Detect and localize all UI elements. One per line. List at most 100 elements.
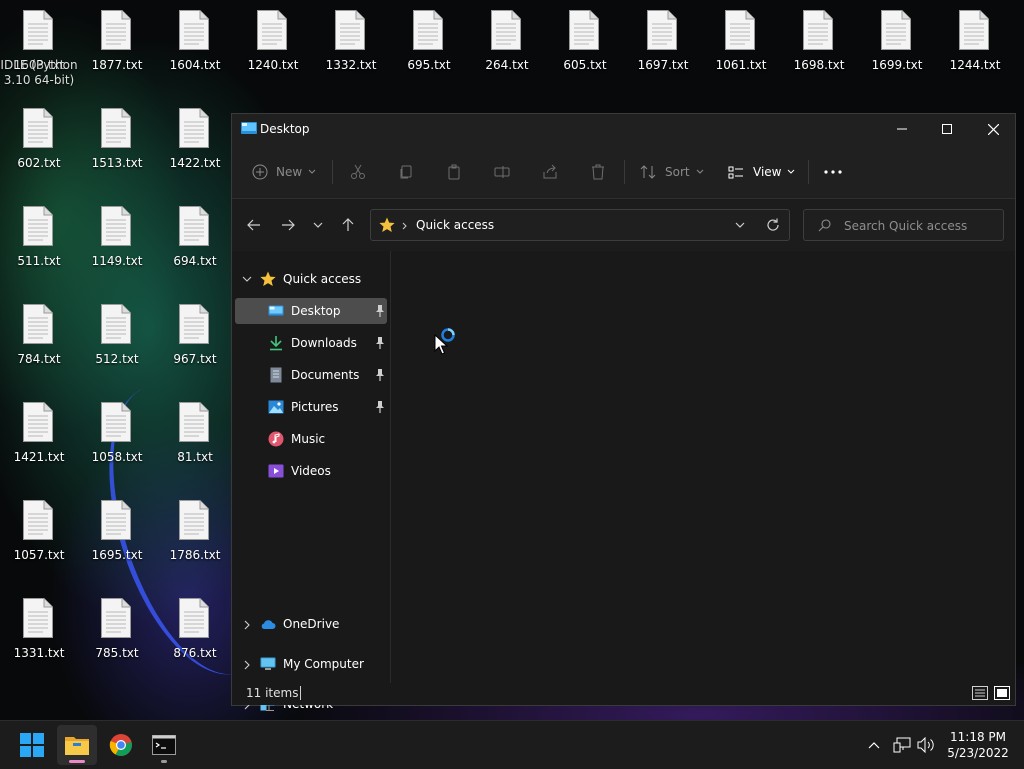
desktop-file-item[interactable]: 967.txt: [156, 295, 234, 393]
text-file-icon: [803, 10, 833, 50]
text-file-icon: [569, 10, 599, 50]
desktop-file-item[interactable]: 1422.txt: [156, 99, 234, 197]
file-list-area[interactable]: [391, 251, 1015, 683]
desktop-file-item[interactable]: 1695.txt: [78, 491, 156, 589]
desktop-file-item[interactable]: 1698.txt: [780, 1, 858, 99]
chrome-taskbar-button[interactable]: [101, 725, 141, 765]
desktop-file-item[interactable]: 876.txt: [156, 589, 234, 687]
star-icon: [379, 217, 395, 232]
up-button[interactable]: [336, 213, 360, 237]
desktop-file-item[interactable]: 1604.txt: [156, 1, 234, 99]
rename-button[interactable]: [494, 158, 510, 186]
minimize-button[interactable]: [879, 114, 925, 144]
file-explorer-window[interactable]: Desktop New Sort View Quick access Searc…: [231, 113, 1016, 711]
volume-button[interactable]: [914, 721, 938, 769]
desktop-file-item[interactable]: 1240.txt: [234, 1, 312, 99]
desktop-file-label: 694.txt: [173, 254, 217, 268]
desktop-file-item[interactable]: 1699.txt: [858, 1, 936, 99]
chevron-down-icon[interactable]: [735, 222, 745, 228]
refresh-icon[interactable]: [766, 218, 780, 232]
desktop-file-item[interactable]: 512.txt: [78, 295, 156, 393]
desktop-file-item[interactable]: 1057.txt: [0, 491, 78, 589]
terminal-taskbar-button[interactable]: [144, 725, 184, 765]
nav-item-music[interactable]: Music: [235, 426, 387, 452]
pin-icon[interactable]: [374, 400, 386, 414]
forward-button[interactable]: [276, 213, 300, 237]
desktop-file-item[interactable]: 81.txt: [156, 393, 234, 491]
desktop-file-item[interactable]: 1332.txt: [312, 1, 390, 99]
desktop-file-item[interactable]: 695.txt: [390, 1, 468, 99]
text-file-icon: [101, 598, 131, 638]
view-button[interactable]: View: [728, 158, 795, 186]
desktop-file-item[interactable]: 784.txt: [0, 295, 78, 393]
tiles-view-icon[interactable]: [994, 686, 1010, 700]
delete-button[interactable]: [590, 158, 606, 186]
text-file-icon: [179, 10, 209, 50]
text-file-icon: [179, 598, 209, 638]
pin-icon[interactable]: [374, 336, 386, 350]
start-button[interactable]: [12, 725, 52, 765]
search-box[interactable]: [803, 209, 1004, 241]
nav-item-downloads[interactable]: Downloads: [235, 330, 387, 356]
desktop-file-item[interactable]: 1331.txt: [0, 589, 78, 687]
address-bar[interactable]: Quick access: [370, 209, 790, 241]
show-hidden-icons-button[interactable]: [862, 721, 886, 769]
desktop-file-item[interactable]: 1244.txt: [936, 1, 1014, 99]
desktop-file-item[interactable]: 605.txt: [546, 1, 624, 99]
desktop-file-item[interactable]: 1877.txt: [78, 1, 156, 99]
paste-button[interactable]: [446, 158, 462, 186]
documents-icon: [270, 367, 282, 383]
text-file-icon: [23, 206, 53, 246]
nav-item-documents[interactable]: Documents: [235, 362, 387, 388]
back-button[interactable]: [242, 213, 266, 237]
system-clock[interactable]: 11:18 PM 5/23/2022: [943, 729, 1013, 761]
desktop-file-item[interactable]: 1149.txt: [78, 197, 156, 295]
pin-icon[interactable]: [374, 304, 386, 318]
close-button[interactable]: [970, 114, 1016, 144]
desktop-file-item[interactable]: 694.txt: [156, 197, 234, 295]
nav-item-pictures[interactable]: Pictures: [235, 394, 387, 420]
desktop-file-label: 1057.txt: [13, 548, 65, 562]
search-input[interactable]: [842, 217, 996, 235]
network-status-button[interactable]: [890, 721, 914, 769]
mouse-cursor-busy-icon: [434, 328, 455, 355]
nav-item-quick-access[interactable]: Quick access: [235, 266, 387, 292]
maximize-button[interactable]: [924, 114, 970, 144]
desktop-file-item[interactable]: 511.txt: [0, 197, 78, 295]
nav-item-desktop[interactable]: Desktop: [235, 298, 387, 324]
desktop-file-item[interactable]: 264.txt: [468, 1, 546, 99]
nav-label: Pictures: [291, 400, 339, 414]
text-file-icon: [179, 206, 209, 246]
share-button[interactable]: [542, 158, 558, 186]
desktop-file-item[interactable]: 1421.txt: [0, 393, 78, 491]
breadcrumb-location[interactable]: Quick access: [416, 218, 494, 232]
pin-icon[interactable]: [374, 368, 386, 382]
rename-icon: [494, 166, 510, 178]
nav-item-onedrive[interactable]: OneDrive: [235, 611, 387, 637]
more-options-button[interactable]: [824, 158, 842, 186]
desktop-file-item[interactable]: 785.txt: [78, 589, 156, 687]
desktop-file-item[interactable]: 1061.txt: [702, 1, 780, 99]
desktop-file-item[interactable]: 1786.txt: [156, 491, 234, 589]
new-button[interactable]: New: [252, 158, 316, 186]
details-view-icon[interactable]: [972, 686, 988, 700]
desktop-file-item[interactable]: 1697.txt: [624, 1, 702, 99]
text-file-icon: [881, 10, 911, 50]
desktop-file-item[interactable]: 1513.txt: [78, 99, 156, 197]
copy-button[interactable]: [398, 158, 414, 186]
file-explorer-taskbar-button[interactable]: [57, 725, 97, 765]
desktop-file-item[interactable]: 1603.txt IDLE (Python 3.10 64-bit): [0, 1, 78, 99]
nav-item-videos[interactable]: Videos: [235, 458, 387, 484]
desktop-file-item[interactable]: 602.txt: [0, 99, 78, 197]
music-icon: [268, 431, 284, 447]
recent-locations-button[interactable]: [306, 213, 330, 237]
chevron-down-icon: [308, 169, 316, 174]
desktop-file-label: 785.txt: [95, 646, 139, 660]
sort-button[interactable]: Sort: [640, 158, 704, 186]
desktop-shortcut-label: IDLE (Python 3.10 64-bit): [0, 58, 78, 87]
cut-button[interactable]: [350, 158, 366, 186]
desktop-file-item[interactable]: 1058.txt: [78, 393, 156, 491]
desktop-file-label: 1513.txt: [91, 156, 143, 170]
title-bar[interactable]: Desktop: [232, 114, 1015, 146]
nav-item-my-computer[interactable]: My Computer: [235, 651, 387, 677]
